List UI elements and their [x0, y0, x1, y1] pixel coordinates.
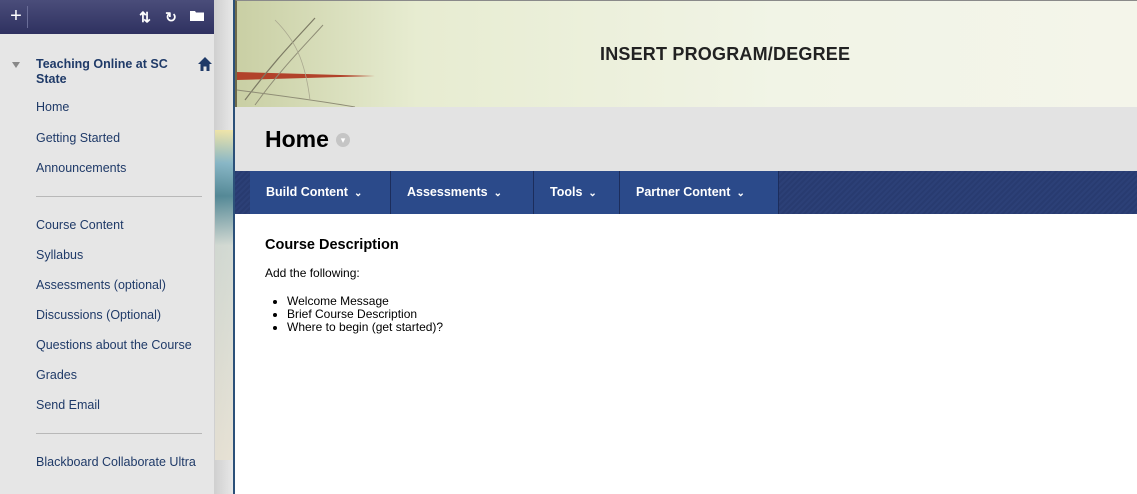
- sidebar-item-syllabus[interactable]: Syllabus: [36, 248, 83, 263]
- folder-view-icon[interactable]: [187, 7, 207, 27]
- chevron-down-icon: ⌄: [736, 188, 745, 199]
- page-header: [235, 107, 1137, 171]
- collapse-course-icon[interactable]: [12, 62, 20, 68]
- tools-button[interactable]: Tools ⌄: [534, 171, 620, 214]
- refresh-icon[interactable]: ↻: [161, 7, 181, 27]
- tools-label: Tools: [550, 185, 583, 199]
- banner-title: INSERT PROGRAM/DEGREE: [600, 44, 851, 64]
- sidebar-item-course-content[interactable]: Course Content: [36, 218, 124, 233]
- add-menu-item-button[interactable]: +: [5, 6, 28, 28]
- course-title[interactable]: Teaching Online at SC State: [36, 57, 184, 87]
- partner-content-button[interactable]: Partner Content ⌄: [620, 171, 779, 214]
- page-title: Home: [265, 126, 329, 152]
- list-item: Where to begin (get started)?: [287, 321, 443, 334]
- content-intro: Add the following:: [265, 266, 360, 280]
- banner-art: [236, 17, 375, 107]
- chevron-down-icon: ⌄: [493, 188, 502, 199]
- home-icon[interactable]: [197, 56, 213, 72]
- sidebar-item-questions[interactable]: Questions about the Course: [36, 338, 192, 353]
- partner-content-label: Partner Content: [636, 185, 731, 199]
- assessments-label: Assessments: [407, 185, 488, 199]
- sidebar-item-home[interactable]: Home: [36, 100, 69, 115]
- sidebar-item-discussions[interactable]: Discussions (Optional): [36, 308, 161, 323]
- menu-divider: [36, 433, 202, 434]
- sidebar-item-assessments[interactable]: Assessments (optional): [36, 278, 166, 293]
- sidebar-item-getting-started[interactable]: Getting Started: [36, 131, 120, 146]
- assessments-button[interactable]: Assessments ⌄: [391, 171, 534, 214]
- sort-icon[interactable]: ⇅: [135, 7, 155, 27]
- theme-art: [215, 130, 233, 460]
- chevron-down-icon: ⌄: [588, 188, 597, 199]
- content-item-title[interactable]: Course Description: [265, 237, 399, 253]
- menu-divider: [36, 196, 202, 197]
- sidebar-item-announcements[interactable]: Announcements: [36, 161, 126, 176]
- page-options-chevron-icon[interactable]: ▾: [336, 133, 350, 147]
- course-menu-toolbar: + ⇅ ↻: [0, 0, 214, 34]
- build-content-label: Build Content: [266, 185, 348, 199]
- content-list: Welcome Message Brief Course Description…: [272, 295, 443, 334]
- chevron-down-icon: ⌄: [353, 188, 363, 199]
- sidebar-item-collaborate-ultra[interactable]: Blackboard Collaborate Ultra: [36, 455, 196, 470]
- sidebar-item-grades[interactable]: Grades: [36, 368, 77, 383]
- sidebar-item-send-email[interactable]: Send Email: [36, 398, 100, 413]
- build-content-button[interactable]: Build Content ⌄: [250, 171, 391, 214]
